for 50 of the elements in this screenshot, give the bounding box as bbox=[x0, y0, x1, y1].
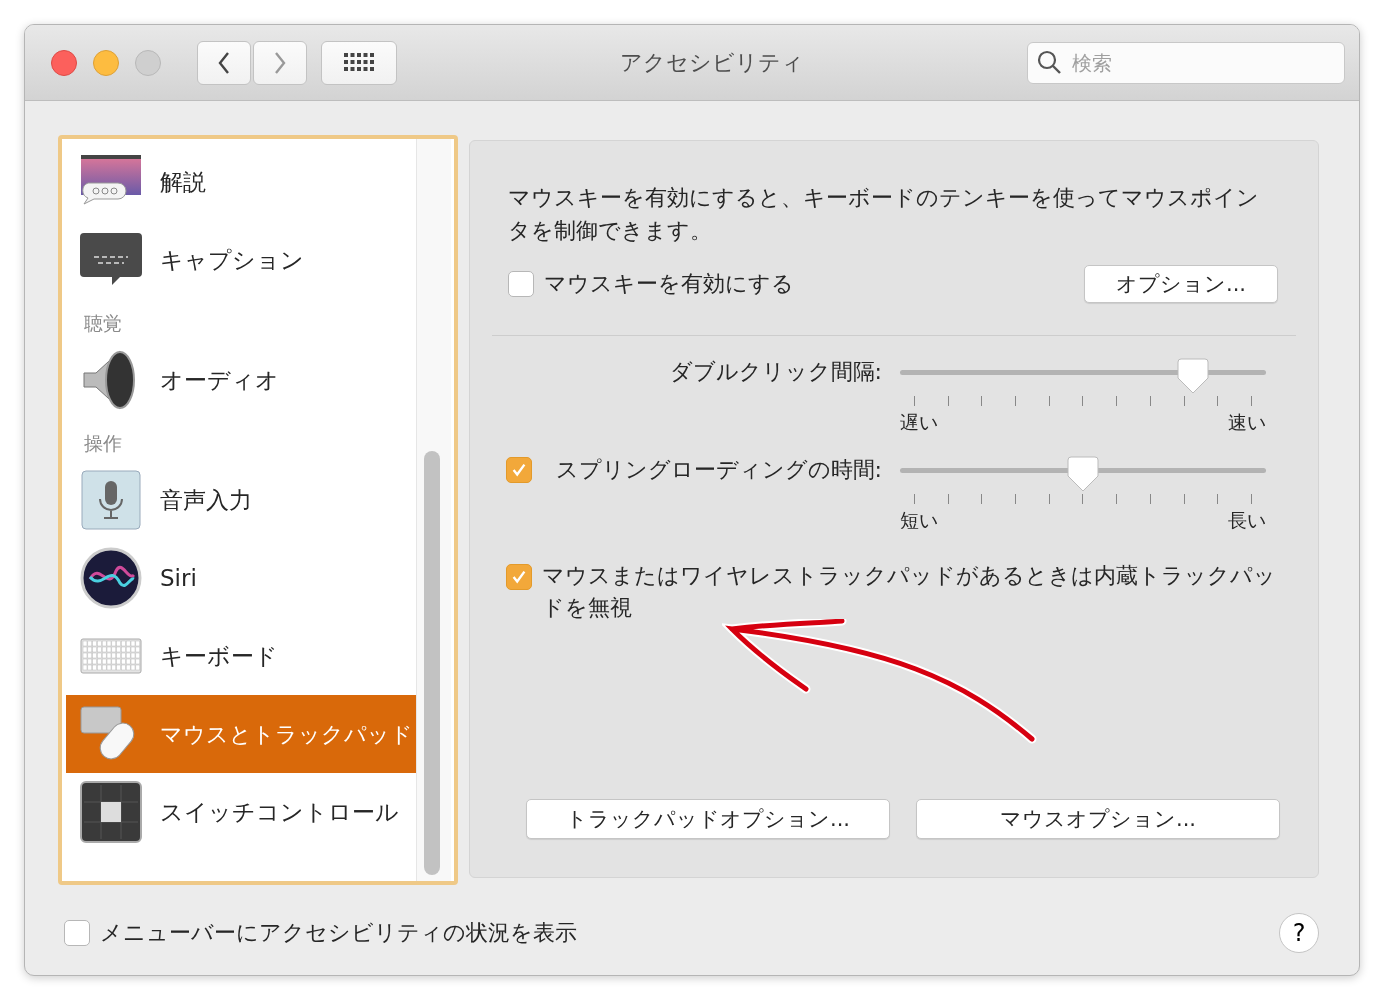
slider-thumb[interactable] bbox=[1176, 358, 1209, 394]
show-all-button[interactable] bbox=[321, 40, 397, 85]
back-button[interactable] bbox=[197, 40, 251, 85]
checkbox-label: マウスまたはワイヤレストラックパッドがあるときは内蔵トラックパッドを無視 bbox=[542, 562, 1277, 622]
chevron-right-icon bbox=[273, 50, 287, 75]
checkbox-label: メニューバーにアクセシビリティの状況を表示 bbox=[100, 919, 577, 947]
slider-track[interactable] bbox=[900, 358, 1266, 394]
microphone-icon bbox=[80, 469, 142, 531]
search-field[interactable]: 検索 bbox=[1027, 41, 1345, 84]
sidebar-item[interactable]: キーボード bbox=[66, 617, 416, 695]
options-button[interactable]: オプション... bbox=[1084, 265, 1278, 303]
sidebar-item[interactable]: マウスとトラックパッド bbox=[66, 695, 416, 773]
switch-grid-icon bbox=[80, 781, 142, 843]
sidebar-item[interactable]: オーディオ bbox=[66, 341, 416, 419]
slider-label: ダブルクリック間隔: bbox=[669, 358, 882, 386]
slider-max-label: 長い bbox=[1228, 508, 1266, 533]
checkbox[interactable] bbox=[506, 457, 532, 483]
checkbox[interactable] bbox=[64, 920, 90, 946]
sidebar-item[interactable]: キャプション bbox=[66, 221, 416, 299]
chevron-left-icon bbox=[217, 50, 231, 75]
slider-track[interactable] bbox=[900, 456, 1266, 492]
options-button[interactable]: トラックパッドオプション... bbox=[526, 799, 890, 839]
description-text: マウスキーを有効にすると、キーボードのテンキーを使ってマウスポインタを制御できます。 bbox=[507, 184, 1260, 245]
checkbox[interactable] bbox=[508, 271, 534, 297]
slider-min-label: 短い bbox=[900, 508, 938, 533]
sidebar-item[interactable]: 音声入力 bbox=[66, 461, 416, 539]
zoom-button[interactable] bbox=[135, 49, 161, 76]
slider-max-label: 速い bbox=[1228, 410, 1266, 435]
window-title: アクセシビリティ bbox=[619, 48, 805, 77]
slider-label: スプリングローディングの時間: bbox=[555, 456, 882, 484]
sidebar-item[interactable]: Siri bbox=[66, 539, 416, 617]
minimize-button[interactable] bbox=[93, 49, 119, 76]
slider-min-label: 遅い bbox=[900, 410, 938, 435]
sidebar-item[interactable]: 解説 bbox=[66, 143, 416, 221]
slider-thumb[interactable] bbox=[1067, 456, 1099, 492]
help-button[interactable]: ? bbox=[1279, 913, 1319, 953]
checkbox[interactable] bbox=[506, 564, 532, 590]
options-button[interactable]: マウスオプション... bbox=[916, 799, 1280, 839]
sidebar-item[interactable]: スイッチコントロール bbox=[66, 773, 416, 851]
scrollbar[interactable] bbox=[424, 451, 440, 875]
search-icon bbox=[1037, 49, 1063, 76]
grid-icon bbox=[344, 52, 374, 73]
close-button[interactable] bbox=[51, 49, 77, 76]
checkbox-label: マウスキーを有効にする bbox=[544, 270, 794, 298]
checkmark-icon bbox=[510, 461, 528, 479]
section-header: 聴覚 bbox=[83, 311, 123, 336]
checkmark-icon bbox=[510, 568, 528, 586]
forward-button[interactable] bbox=[253, 40, 307, 85]
section-header: 操作 bbox=[83, 431, 123, 456]
siri-orb-icon bbox=[80, 547, 142, 609]
